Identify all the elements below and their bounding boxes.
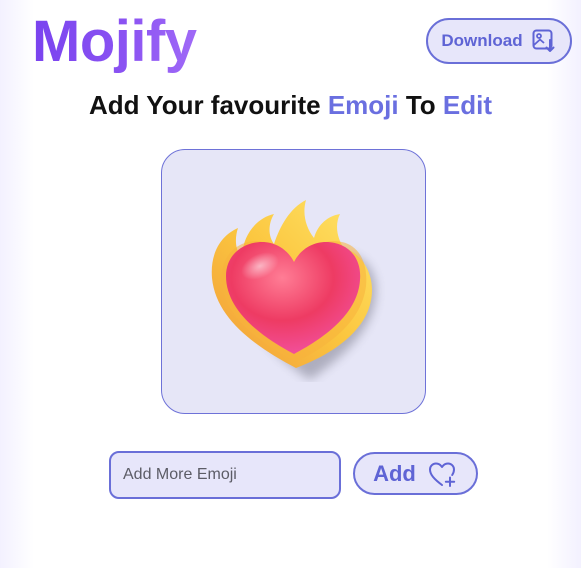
image-download-icon: [531, 28, 557, 54]
app-page: Mojify Download Add Your favourite Emoji…: [0, 0, 581, 568]
heading-emphasis-edit: Edit: [442, 90, 493, 120]
add-emoji-button[interactable]: Add: [353, 452, 478, 495]
emoji-input[interactable]: [109, 451, 341, 499]
download-button-label: Download: [441, 31, 523, 50]
heading-text-1: Add Your favourite: [88, 90, 328, 120]
heart-plus-icon: [428, 460, 458, 488]
download-button[interactable]: Download: [426, 18, 572, 64]
app-logo: Mojify: [32, 9, 197, 74]
heading-text-2: To: [398, 90, 443, 120]
page-heading: Add Your favourite Emoji To Edit: [0, 90, 581, 121]
emoji-preview-card: [161, 149, 426, 414]
heart-on-fire-emoji: [211, 200, 376, 380]
add-button-label: Add: [373, 460, 416, 486]
heading-emphasis-emoji: Emoji: [327, 90, 399, 120]
